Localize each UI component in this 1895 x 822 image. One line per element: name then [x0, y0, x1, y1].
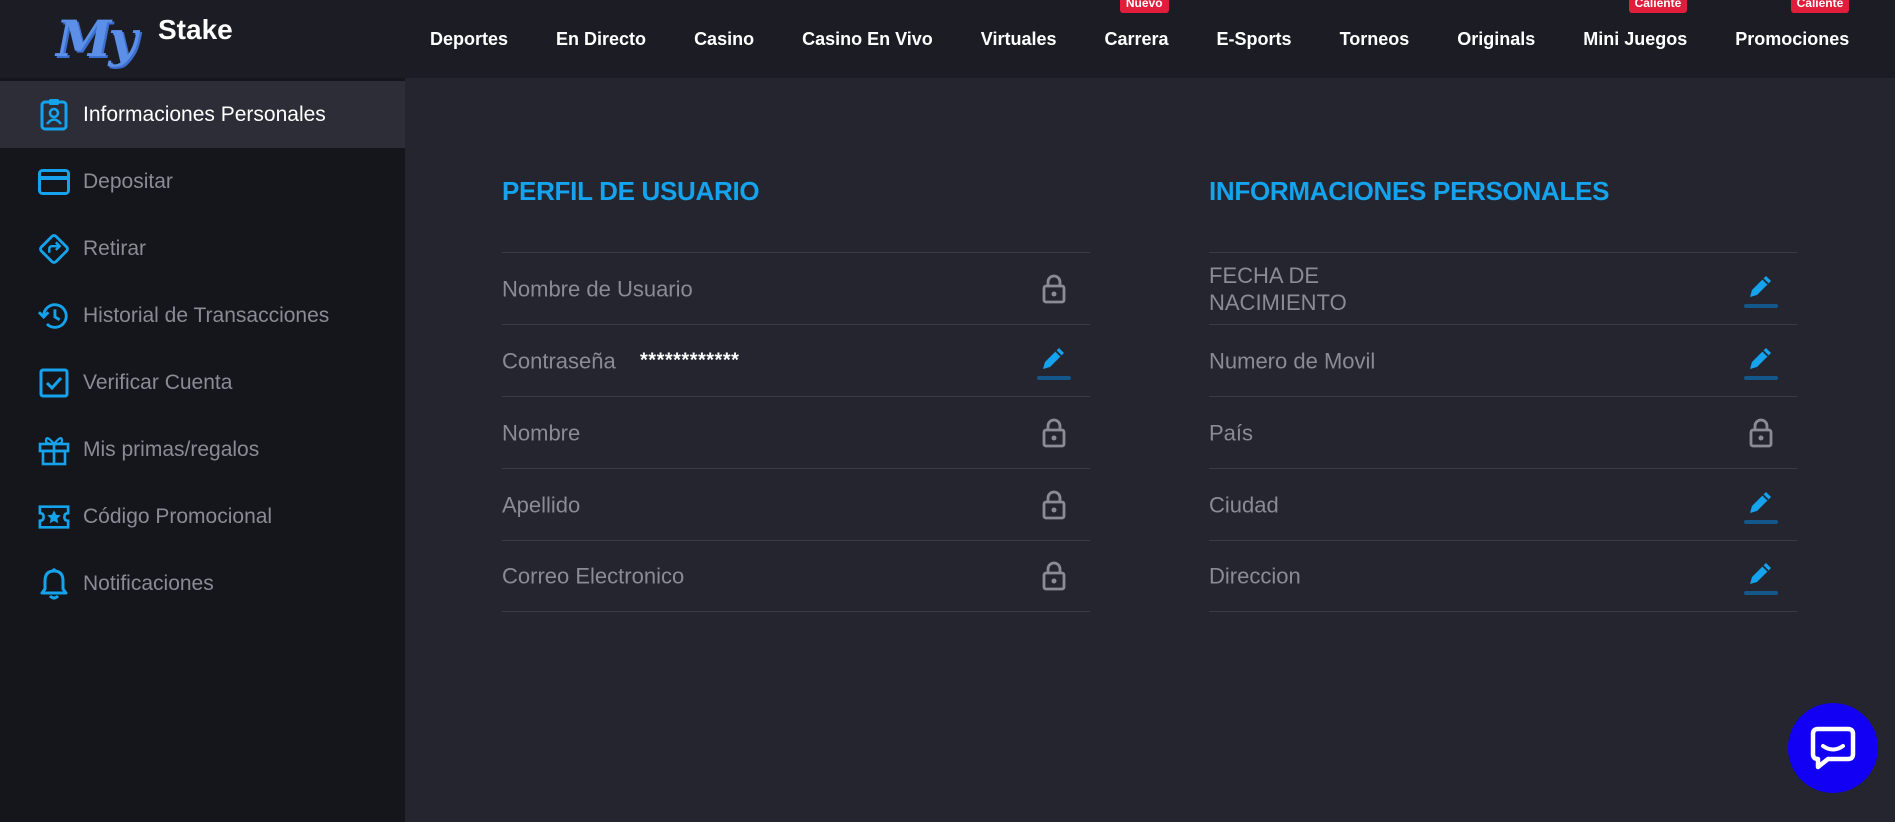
- field-row-pais: País: [1209, 396, 1797, 468]
- nav-casino[interactable]: Casino: [694, 29, 754, 50]
- lock-icon: [1036, 269, 1072, 309]
- sidebar-item-historial-de-transacciones[interactable]: Historial de Transacciones: [0, 282, 405, 349]
- field-row-direccion: Direccion: [1209, 540, 1797, 612]
- field-label: Nombre de Usuario: [502, 276, 693, 301]
- mystake-logo[interactable]: My Stake: [56, 10, 246, 72]
- lock-icon: [1036, 485, 1072, 525]
- edit-underline: [1744, 375, 1778, 380]
- edit-underline: [1037, 375, 1071, 380]
- edit-phone-button[interactable]: [1743, 341, 1779, 381]
- chat-bubble-icon: [1810, 726, 1856, 770]
- pencil-icon: [1750, 347, 1771, 369]
- badge-caliente: Caliente: [1628, 0, 1688, 13]
- logo-my: My: [56, 9, 137, 68]
- field-label: Direccion: [1209, 563, 1301, 589]
- edit-city-button[interactable]: [1743, 485, 1779, 525]
- history-icon: [38, 300, 70, 332]
- main-nav: Deportes En Directo Casino Casino En Viv…: [430, 0, 1850, 78]
- field-label: Correo Electronico: [502, 563, 685, 589]
- edit-password-button[interactable]: [1036, 341, 1072, 381]
- edit-underline: [1744, 303, 1778, 308]
- profile-field-list: Nombre de Usuario Contraseña ***********…: [502, 252, 1090, 612]
- field-label: País: [1209, 420, 1254, 445]
- direction-sign-icon: [38, 233, 70, 265]
- field-row-ciudad: Ciudad: [1209, 468, 1797, 540]
- lock-icon: [1743, 413, 1779, 453]
- field-label: Numero de Movil: [1209, 348, 1376, 373]
- nav-en-directo[interactable]: En Directo: [556, 29, 646, 50]
- nav-mini-juegos[interactable]: Mini Juegos Caliente: [1583, 0, 1688, 50]
- field-label: Ciudad: [1209, 492, 1279, 517]
- nav-deportes[interactable]: Deportes: [430, 29, 508, 50]
- id-badge-icon: [38, 99, 70, 131]
- nav-virtuales[interactable]: Virtuales: [981, 29, 1057, 50]
- nav-e-sports[interactable]: E-Sports: [1217, 29, 1292, 50]
- sidebar-item-informaciones-personales[interactable]: Informaciones Personales: [0, 81, 405, 148]
- live-chat-button[interactable]: [1788, 703, 1878, 793]
- field-row-fecha-de-nacimiento: FECHA DE NACIMIENTO: [1209, 252, 1797, 324]
- field-row-numero-de-movil: Numero de Movil: [1209, 324, 1797, 396]
- lock-icon: [1036, 556, 1072, 596]
- edit-underline: [1744, 519, 1778, 524]
- badge-nuevo: Nuevo: [1119, 0, 1169, 13]
- edit-birthdate-button[interactable]: [1743, 269, 1779, 309]
- personal-field-list: FECHA DE NACIMIENTO Numero de Movil País…: [1209, 252, 1797, 612]
- ticket-star-icon: [38, 501, 70, 533]
- password-value: ************: [640, 349, 740, 371]
- nav-carrera[interactable]: Carrera Nuevo: [1105, 0, 1169, 50]
- sidebar-item-codigo-promocional[interactable]: Código Promocional: [0, 483, 405, 550]
- field-label: Apellido: [502, 492, 581, 517]
- pencil-icon: [1750, 491, 1771, 513]
- pencil-icon: [1750, 563, 1771, 584]
- nav-promociones[interactable]: Promociones Caliente: [1735, 0, 1850, 50]
- lock-icon: [1036, 413, 1072, 453]
- field-row-nombre-de-usuario: Nombre de Usuario: [502, 252, 1090, 324]
- sidebar-item-depositar[interactable]: Depositar: [0, 148, 405, 215]
- profile-section-title: PERFIL DE USUARIO: [502, 176, 760, 206]
- field-row-apellido: Apellido: [502, 468, 1090, 540]
- gift-icon: [38, 434, 70, 466]
- pencil-icon: [1043, 347, 1064, 369]
- checkbox-icon: [38, 367, 70, 399]
- badge-caliente: Caliente: [1790, 0, 1850, 13]
- field-row-nombre: Nombre: [502, 396, 1090, 468]
- credit-card-icon: [38, 166, 70, 198]
- pencil-icon: [1750, 275, 1771, 297]
- sidebar-item-notificaciones[interactable]: Notificaciones: [0, 550, 405, 617]
- field-label: Nombre: [502, 420, 581, 445]
- edit-address-button[interactable]: [1743, 556, 1779, 596]
- nav-originals[interactable]: Originals: [1457, 29, 1535, 50]
- top-bar: My Stake Deportes En Directo Casino Casi…: [0, 0, 1895, 78]
- edit-underline: [1744, 591, 1778, 595]
- field-label: FECHA DE NACIMIENTO: [1209, 262, 1347, 315]
- sidebar-item-mis-primas-regalos[interactable]: Mis primas/regalos: [0, 416, 405, 483]
- sidebar-item-verificar-cuenta[interactable]: Verificar Cuenta: [0, 349, 405, 416]
- account-sidebar: Informaciones Personales Depositar Retir…: [0, 78, 405, 822]
- field-label: Contraseña: [502, 348, 616, 373]
- field-row-correo-electronico: Correo Electronico: [502, 540, 1090, 612]
- sidebar-item-retirar[interactable]: Retirar: [0, 215, 405, 282]
- bell-icon: [38, 568, 70, 600]
- nav-torneos[interactable]: Torneos: [1340, 29, 1410, 50]
- nav-casino-en-vivo[interactable]: Casino En Vivo: [802, 29, 933, 50]
- field-row-contrasena: Contraseña ************: [502, 324, 1090, 396]
- personal-section-title: INFORMACIONES PERSONALES: [1209, 176, 1610, 206]
- logo-stake: Stake: [158, 14, 233, 45]
